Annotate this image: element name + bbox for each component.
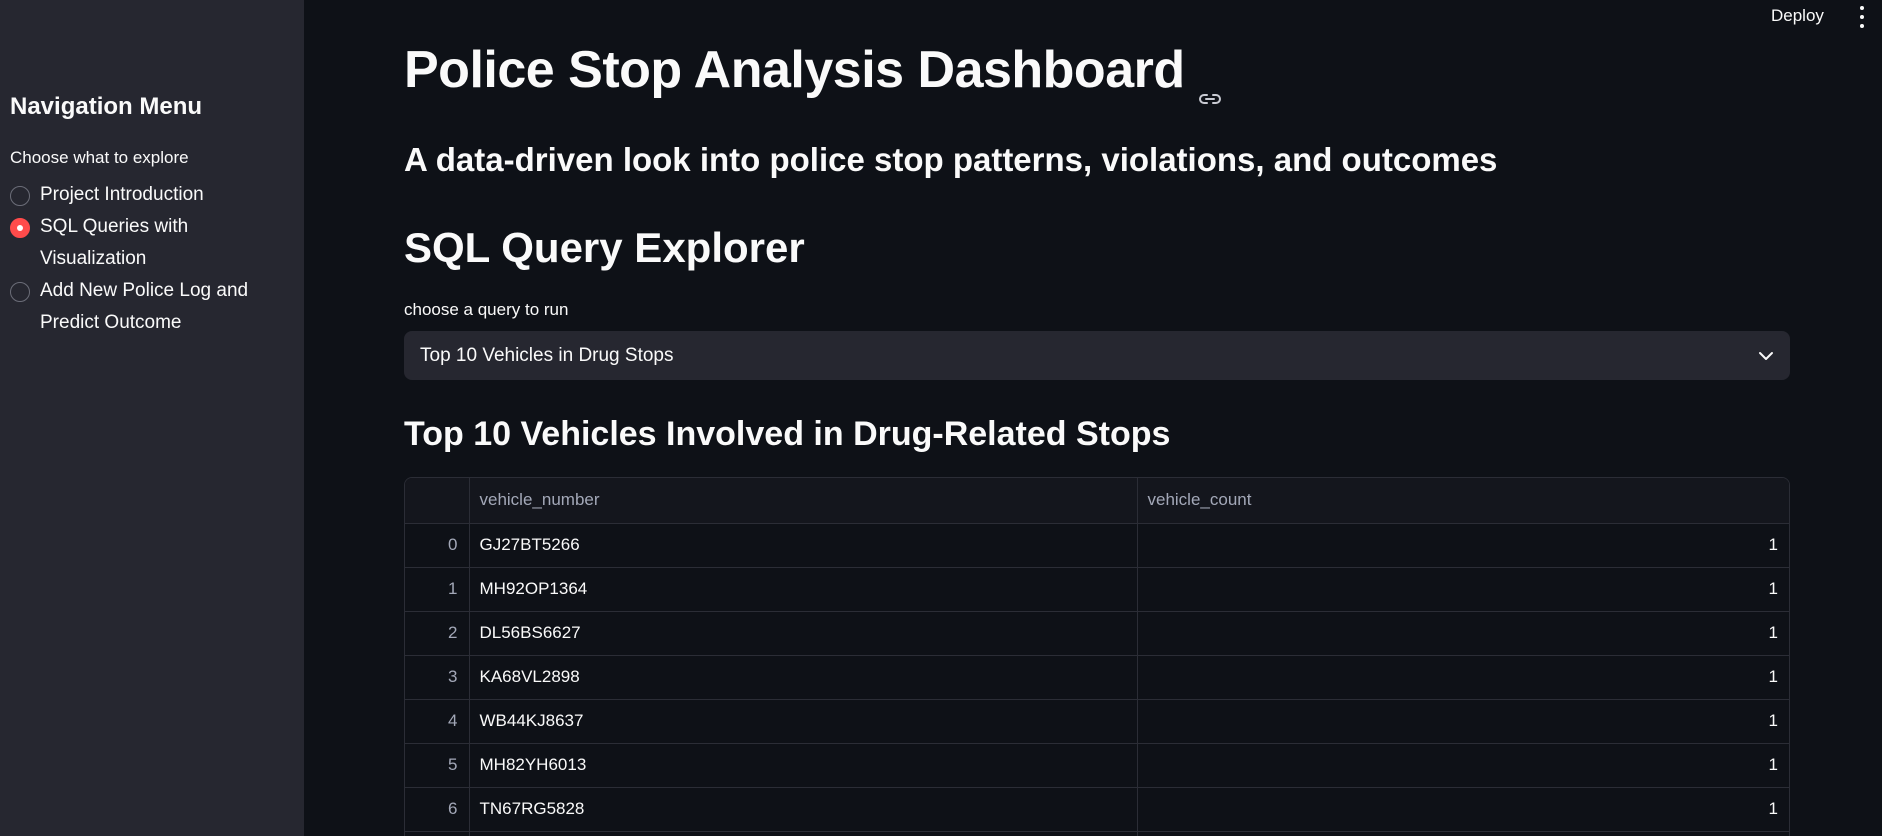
vehicle-count-cell[interactable]: 1 bbox=[1137, 787, 1789, 832]
radio-option-add-police-log[interactable]: Add New Police Log and Predict Outcome bbox=[10, 279, 250, 339]
row-index: 7 bbox=[405, 831, 470, 836]
vehicle-count-cell[interactable]: 1 bbox=[1137, 611, 1789, 656]
vehicle-number-cell[interactable]: MH82YH6013 bbox=[469, 743, 1138, 788]
page-title-text: Police Stop Analysis Dashboard bbox=[404, 41, 1185, 99]
section-title: SQL Query Explorer bbox=[404, 224, 805, 271]
index-column-header bbox=[405, 478, 470, 524]
vehicle-count-cell[interactable]: 1 bbox=[1137, 743, 1789, 788]
main-menu-icon[interactable] bbox=[1858, 6, 1866, 28]
radio-option-sql-queries[interactable]: SQL Queries with Visualization bbox=[10, 215, 210, 275]
vehicle-count-cell[interactable] bbox=[1137, 831, 1789, 836]
vehicle-number-cell[interactable]: WB44KJ8637 bbox=[469, 699, 1138, 744]
radio-option-project-introduction[interactable]: Project Introduction bbox=[10, 183, 270, 211]
anchor-link-icon[interactable] bbox=[1197, 61, 1223, 104]
page-title: Police Stop Analysis Dashboard bbox=[404, 40, 1223, 104]
table-row: 0 GJ27BT5266 1 bbox=[405, 523, 1789, 568]
row-index: 3 bbox=[405, 655, 470, 700]
vehicle-number-cell[interactable]: DL56BS6627 bbox=[469, 611, 1138, 656]
vehicle-count-cell[interactable]: 1 bbox=[1137, 655, 1789, 700]
radio-button-checked[interactable] bbox=[10, 218, 30, 238]
chevron-down-icon bbox=[1759, 351, 1773, 360]
results-table[interactable]: vehicle_number vehicle_count 0 GJ27BT526… bbox=[404, 477, 1790, 836]
row-index: 0 bbox=[405, 523, 470, 568]
query-select[interactable]: Top 10 Vehicles in Drug Stops bbox=[404, 331, 1790, 380]
vehicle-number-cell[interactable]: MH92OP1364 bbox=[469, 567, 1138, 612]
vehicle-count-column-header[interactable]: vehicle_count bbox=[1137, 478, 1789, 524]
table-row: 6 TN67RG5828 1 bbox=[405, 787, 1789, 832]
vehicle-count-cell[interactable]: 1 bbox=[1137, 523, 1789, 568]
row-index: 6 bbox=[405, 787, 470, 832]
table-row: 3 KA68VL2898 1 bbox=[405, 655, 1789, 700]
radio-label: SQL Queries with Visualization bbox=[40, 216, 189, 269]
vehicle-number-cell[interactable]: KA68VL2898 bbox=[469, 655, 1138, 700]
table-title: Top 10 Vehicles Involved in Drug-Related… bbox=[404, 415, 1171, 453]
row-index: 1 bbox=[405, 567, 470, 612]
vehicle-number-column-header[interactable]: vehicle_number bbox=[469, 478, 1138, 524]
app-root: Navigation Menu Choose what to explore P… bbox=[0, 0, 1882, 836]
table-row: 2 DL56BS6627 1 bbox=[405, 611, 1789, 656]
radio-button-unchecked[interactable] bbox=[10, 186, 30, 206]
deploy-button[interactable]: Deploy bbox=[1771, 6, 1824, 26]
row-index: 4 bbox=[405, 699, 470, 744]
radio-label: Add New Police Log and Predict Outcome bbox=[40, 280, 249, 333]
table-row: 4 WB44KJ8637 1 bbox=[405, 699, 1789, 744]
vehicle-number-cell[interactable]: GJ27BT5266 bbox=[469, 523, 1138, 568]
vehicle-count-cell[interactable]: 1 bbox=[1137, 567, 1789, 612]
sidebar: Navigation Menu Choose what to explore P… bbox=[0, 0, 304, 836]
vehicle-count-cell[interactable]: 1 bbox=[1137, 699, 1789, 744]
vehicle-number-cell[interactable] bbox=[469, 831, 1138, 836]
table-row: 7 bbox=[405, 831, 1789, 836]
radio-label: Project Introduction bbox=[40, 184, 204, 205]
page-subtitle: A data-driven look into police stop patt… bbox=[404, 141, 1498, 178]
query-select-label: choose a query to run bbox=[404, 300, 569, 319]
table-row: 1 MH92OP1364 1 bbox=[405, 567, 1789, 612]
vehicle-number-cell[interactable]: TN67RG5828 bbox=[469, 787, 1138, 832]
table-header-row: vehicle_number vehicle_count bbox=[405, 478, 1789, 524]
sidebar-title: Navigation Menu bbox=[10, 93, 203, 120]
sidebar-caption: Choose what to explore bbox=[10, 148, 189, 167]
radio-button-unchecked[interactable] bbox=[10, 282, 30, 302]
query-select-value: Top 10 Vehicles in Drug Stops bbox=[420, 344, 674, 366]
row-index: 2 bbox=[405, 611, 470, 656]
table-row: 5 MH82YH6013 1 bbox=[405, 743, 1789, 788]
row-index: 5 bbox=[405, 743, 470, 788]
